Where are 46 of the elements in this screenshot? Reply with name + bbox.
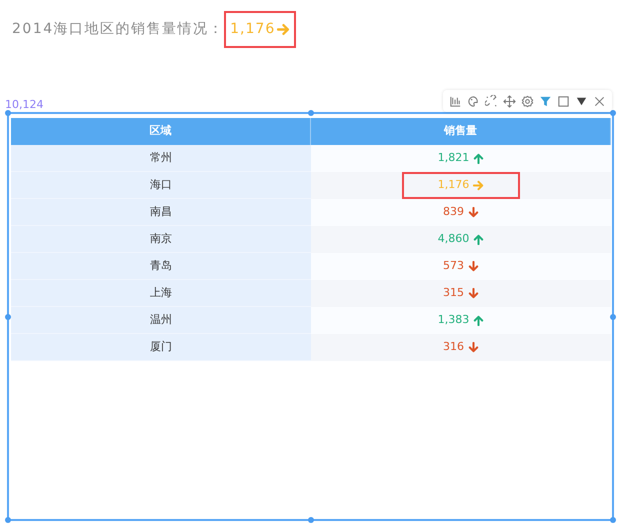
table-cell: 温州 [11, 307, 311, 334]
up-arrow-icon [473, 153, 484, 164]
sales-value: 1,176 [438, 177, 470, 194]
sales-value: 573 [443, 258, 464, 274]
column-header[interactable]: 区域 [11, 118, 311, 145]
table-cell: 海口 [11, 172, 311, 199]
sales-value: 1,821 [438, 150, 470, 166]
sales-value: 4,860 [438, 231, 470, 248]
up-arrow-icon [473, 234, 484, 245]
filter-icon[interactable] [539, 94, 552, 108]
table-cell: 常州 [11, 145, 311, 172]
summary-value: 1,176 [230, 20, 276, 38]
resize-handle[interactable] [5, 314, 11, 320]
sales-value: 1,383 [438, 312, 470, 328]
settings-icon[interactable] [521, 94, 534, 108]
resize-handle[interactable] [610, 314, 616, 320]
resize-handle[interactable] [5, 517, 11, 523]
right-arrow-icon [277, 22, 290, 36]
table-cell: 南昌 [11, 199, 311, 226]
chart-icon[interactable] [449, 94, 462, 108]
position-label: 10,124 [5, 98, 44, 112]
down-arrow-icon [468, 207, 479, 218]
palette-icon[interactable] [467, 94, 480, 108]
table-cell: 上海 [11, 280, 311, 307]
resize-handle[interactable] [308, 517, 314, 523]
resize-handle[interactable] [610, 517, 616, 523]
resize-handle[interactable] [308, 110, 314, 116]
sales-value: 315 [443, 285, 464, 302]
table-cell: 青岛 [11, 253, 311, 280]
sales-value: 316 [443, 339, 464, 356]
down-arrow-icon [468, 261, 479, 272]
up-arrow-icon [473, 315, 484, 326]
right-arrow-icon [473, 180, 484, 191]
column-header[interactable]: 销售量 [311, 118, 611, 145]
sales-value: 839 [443, 204, 464, 220]
close-icon[interactable] [593, 94, 606, 108]
table-cell: 南京 [11, 226, 311, 253]
move-icon[interactable] [503, 94, 516, 108]
unlink-icon[interactable] [485, 94, 498, 108]
resize-handle[interactable] [610, 110, 616, 116]
table-cell: 厦门 [11, 334, 311, 361]
resize-handle[interactable] [5, 110, 11, 116]
down-arrow-icon [468, 342, 479, 353]
down-arrow-icon [468, 288, 479, 299]
square-icon[interactable] [557, 94, 570, 108]
summary-label: 2014海口地区的销售量情况： [12, 20, 224, 38]
